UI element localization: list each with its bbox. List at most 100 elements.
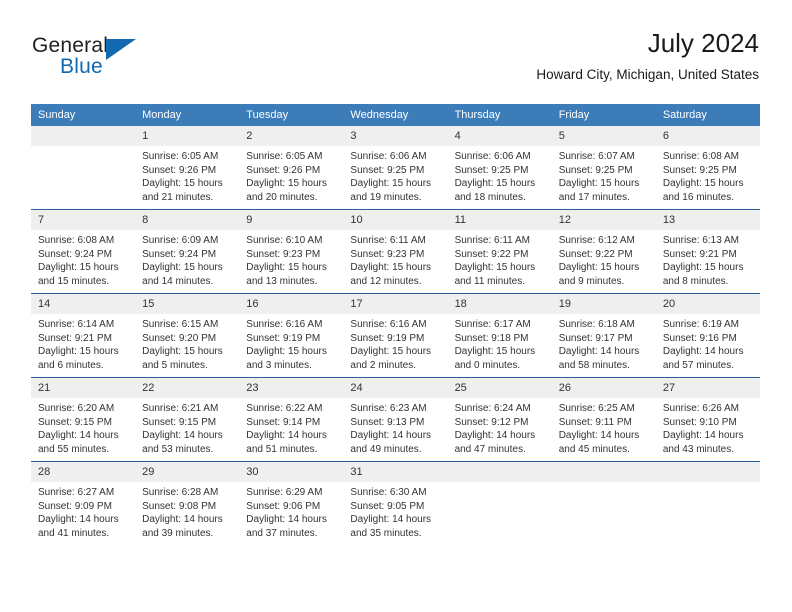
sunset-text: Sunset: 9:14 PM	[246, 416, 321, 428]
calendar-day-cell[interactable]: 13 Sunrise: 6:13 AM Sunset: 9:21 PM Dayligh…	[655, 209, 760, 294]
calendar-day-cell[interactable]: 28 Sunrise: 6:27 AM Sunset: 9:09 PM Dayligh…	[31, 461, 136, 545]
calendar-day-cell[interactable]: 30 Sunrise: 6:29 AM Sunset: 9:06 PM Dayligh…	[239, 461, 344, 545]
day-number: 31	[343, 462, 448, 482]
day-number	[655, 462, 760, 482]
sunrise-text: Sunrise: 6:18 AM	[558, 319, 635, 330]
day-number: 29	[135, 462, 240, 482]
calendar-day-cell[interactable]: 16 Sunrise: 6:16 AM Sunset: 9:19 PM Dayligh…	[239, 293, 344, 378]
sunrise-text: Sunrise: 6:19 AM	[662, 319, 739, 330]
calendar-day-cell[interactable]: 15 Sunrise: 6:15 AM Sunset: 9:20 PM Dayligh…	[135, 293, 240, 378]
sunrise-text: Sunrise: 6:16 AM	[350, 319, 427, 330]
sunset-text: Sunset: 9:26 PM	[246, 164, 321, 176]
day-number: 23	[239, 378, 344, 398]
daylight-text-line1: Daylight: 14 hours	[142, 514, 223, 526]
sunrise-text: Sunrise: 6:12 AM	[558, 235, 635, 246]
calendar-day-cell[interactable]: 19 Sunrise: 6:18 AM Sunset: 9:17 PM Dayligh…	[551, 293, 656, 378]
calendar-day-cell[interactable]: 8 Sunrise: 6:09 AM Sunset: 9:24 PM Daylight…	[135, 209, 240, 294]
calendar-day-cell[interactable]: 10 Sunrise: 6:11 AM Sunset: 9:23 PM Dayligh…	[343, 209, 448, 294]
daylight-text-line2: and 3 minutes.	[246, 359, 312, 371]
day-details: Sunrise: 6:08 AM Sunset: 9:24 PM Daylight:…	[31, 230, 135, 288]
sunset-text: Sunset: 9:23 PM	[350, 248, 425, 260]
daylight-text-line1: Daylight: 14 hours	[558, 430, 640, 442]
calendar-day-cell[interactable]: 5 Sunrise: 6:07 AM Sunset: 9:25 PM Daylight…	[551, 126, 656, 210]
calendar-day-cell[interactable]: 26 Sunrise: 6:25 AM Sunset: 9:11 PM Dayligh…	[551, 377, 656, 462]
day-number: 6	[655, 126, 760, 146]
sunset-text: Sunset: 9:11 PM	[558, 416, 632, 428]
sunset-text: Sunset: 9:10 PM	[662, 416, 737, 428]
sunset-text: Sunset: 9:26 PM	[142, 164, 217, 176]
daylight-text-line2: and 35 minutes.	[350, 527, 422, 539]
daylight-text-line2: and 51 minutes.	[246, 443, 318, 455]
daylight-text-line2: and 19 minutes.	[350, 191, 422, 203]
sunset-text: Sunset: 9:19 PM	[350, 332, 425, 344]
calendar-day-cell[interactable]: 6 Sunrise: 6:08 AM Sunset: 9:25 PM Daylight…	[655, 126, 760, 210]
day-details: Sunrise: 6:30 AM Sunset: 9:05 PM Daylight:…	[343, 482, 447, 540]
sunset-text: Sunset: 9:08 PM	[142, 500, 217, 512]
daylight-text-line1: Daylight: 15 hours	[142, 346, 223, 358]
calendar-day-cell[interactable]: 4 Sunrise: 6:06 AM Sunset: 9:25 PM Daylight…	[447, 126, 552, 210]
calendar-day-cell[interactable]: 27 Sunrise: 6:26 AM Sunset: 9:10 PM Dayligh…	[655, 377, 760, 462]
sunrise-text: Sunrise: 6:25 AM	[558, 403, 635, 414]
calendar-day-cell[interactable]: 18 Sunrise: 6:17 AM Sunset: 9:18 PM Dayligh…	[447, 293, 552, 378]
calendar-day-cell[interactable]: 29 Sunrise: 6:28 AM Sunset: 9:08 PM Dayligh…	[135, 461, 240, 545]
day-details: Sunrise: 6:17 AM Sunset: 9:18 PM Daylight:…	[448, 314, 552, 372]
calendar-day-cell[interactable]: 11 Sunrise: 6:11 AM Sunset: 9:22 PM Dayligh…	[447, 209, 552, 294]
weekday-header-saturday: Saturday	[655, 104, 760, 126]
daylight-text-line1: Daylight: 15 hours	[38, 262, 119, 274]
day-details: Sunrise: 6:18 AM Sunset: 9:17 PM Daylight:…	[552, 314, 656, 372]
daylight-text-line1: Daylight: 15 hours	[142, 262, 223, 274]
daylight-text-line2: and 49 minutes.	[350, 443, 422, 455]
day-number: 1	[135, 126, 240, 146]
sunrise-text: Sunrise: 6:08 AM	[662, 151, 739, 162]
page-title: July 2024	[647, 28, 759, 58]
sunrise-text: Sunrise: 6:05 AM	[246, 151, 323, 162]
day-number: 2	[239, 126, 344, 146]
day-number: 20	[655, 294, 760, 314]
title-block: July 2024 Howard City, Michigan, United …	[536, 28, 759, 83]
calendar-day-cell[interactable]: 23 Sunrise: 6:22 AM Sunset: 9:14 PM Dayligh…	[239, 377, 344, 462]
sunset-text: Sunset: 9:17 PM	[558, 332, 633, 344]
daylight-text-line1: Daylight: 15 hours	[38, 346, 119, 358]
daylight-text-line2: and 13 minutes.	[246, 275, 318, 287]
day-number: 15	[135, 294, 240, 314]
daylight-text-line1: Daylight: 15 hours	[454, 262, 536, 274]
calendar-day-cell[interactable]: 20 Sunrise: 6:19 AM Sunset: 9:16 PM Dayligh…	[655, 293, 760, 378]
calendar-day-cell[interactable]: 7 Sunrise: 6:08 AM Sunset: 9:24 PM Daylight…	[31, 209, 136, 294]
day-number: 13	[655, 210, 760, 230]
calendar-day-cell[interactable]: 22 Sunrise: 6:21 AM Sunset: 9:15 PM Dayligh…	[135, 377, 240, 462]
calendar-day-cell[interactable]: 14 Sunrise: 6:14 AM Sunset: 9:21 PM Dayligh…	[31, 293, 136, 378]
calendar-week-row: 21 Sunrise: 6:20 AM Sunset: 9:15 PM Dayligh…	[31, 377, 760, 462]
daylight-text-line1: Daylight: 15 hours	[246, 178, 327, 190]
calendar-day-cell[interactable]: 3 Sunrise: 6:06 AM Sunset: 9:25 PM Daylight…	[343, 126, 448, 210]
calendar-day-cell[interactable]: 17 Sunrise: 6:16 AM Sunset: 9:19 PM Dayligh…	[343, 293, 448, 378]
daylight-text-line1: Daylight: 14 hours	[662, 346, 744, 358]
general-blue-logo[interactable]: General Blue	[32, 34, 192, 90]
sunset-text: Sunset: 9:15 PM	[142, 416, 217, 428]
sunrise-text: Sunrise: 6:09 AM	[142, 235, 219, 246]
day-details: Sunrise: 6:11 AM Sunset: 9:23 PM Daylight:…	[343, 230, 447, 288]
triangle-icon	[106, 39, 136, 60]
day-number: 30	[239, 462, 344, 482]
daylight-text-line1: Daylight: 14 hours	[662, 430, 744, 442]
day-number: 26	[551, 378, 656, 398]
sunrise-text: Sunrise: 6:06 AM	[350, 151, 427, 162]
calendar-day-cell[interactable]: 2 Sunrise: 6:05 AM Sunset: 9:26 PM Daylight…	[239, 126, 344, 210]
calendar-day-cell[interactable]: 25 Sunrise: 6:24 AM Sunset: 9:12 PM Dayligh…	[447, 377, 552, 462]
calendar-day-cell[interactable]: 31 Sunrise: 6:30 AM Sunset: 9:05 PM Dayligh…	[343, 461, 448, 545]
day-number: 24	[343, 378, 448, 398]
calendar-day-cell[interactable]: 21 Sunrise: 6:20 AM Sunset: 9:15 PM Dayligh…	[31, 377, 136, 462]
weekday-header-monday: Monday	[135, 104, 240, 126]
calendar-day-cell[interactable]: 24 Sunrise: 6:23 AM Sunset: 9:13 PM Dayligh…	[343, 377, 448, 462]
calendar-day-cell[interactable]: 1 Sunrise: 6:05 AM Sunset: 9:26 PM Daylight…	[135, 126, 240, 210]
day-details: Sunrise: 6:06 AM Sunset: 9:25 PM Daylight:…	[343, 146, 447, 204]
page-header: General Blue July 2024 Howard City, Mich…	[32, 28, 759, 98]
calendar-day-cell[interactable]: 12 Sunrise: 6:12 AM Sunset: 9:22 PM Dayligh…	[551, 209, 656, 294]
sunrise-text: Sunrise: 6:20 AM	[38, 403, 115, 414]
daylight-text-line2: and 20 minutes.	[246, 191, 318, 203]
day-number: 22	[135, 378, 240, 398]
sunrise-text: Sunrise: 6:22 AM	[246, 403, 323, 414]
daylight-text-line1: Daylight: 14 hours	[350, 430, 432, 442]
daylight-text-line1: Daylight: 15 hours	[662, 178, 744, 190]
calendar-day-cell[interactable]: 9 Sunrise: 6:10 AM Sunset: 9:23 PM Daylight…	[239, 209, 344, 294]
day-number: 25	[447, 378, 552, 398]
